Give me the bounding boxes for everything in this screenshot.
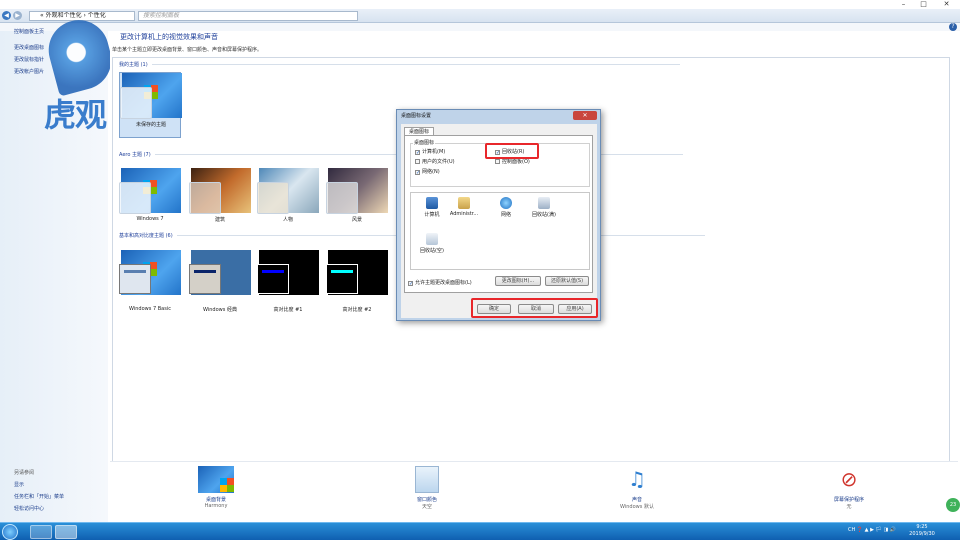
bottom-title: 声音: [631, 497, 642, 503]
see-also-title: 另请参阅: [14, 470, 35, 476]
command-bar: [0, 23, 960, 31]
glass-swatch: [326, 182, 358, 214]
theme-label: 建筑: [214, 217, 225, 223]
dialog-title: 桌面图标设置: [401, 113, 432, 119]
checkbox-control-panel[interactable]: 控制面板(O): [495, 159, 530, 166]
group-label: 桌面图标: [413, 139, 436, 146]
notification-badge[interactable]: 23: [946, 498, 960, 512]
bottom-value: 无: [846, 504, 852, 510]
theme-high-contrast-1[interactable]: 高对比度 #1: [257, 250, 319, 313]
search-input[interactable]: 搜索控制面板: [138, 11, 358, 21]
section-my-themes: 我的主题 (1): [119, 61, 680, 68]
page-title: 更改计算机上的视觉效果和声音: [120, 33, 218, 41]
clock-time: 9:25: [916, 524, 928, 530]
theme-label: 高对比度 #1: [273, 307, 303, 313]
bottom-title: 桌面背景: [205, 497, 226, 503]
theme-windows-classic[interactable]: Windows 经典: [189, 250, 251, 313]
minimize-button[interactable]: –: [898, 0, 909, 9]
personalization-bar: 桌面背景 Harmony 窗口颜色 天空 ♫ 声音 Windows 默认 ⊘ 屏…: [110, 461, 958, 522]
theme-landscapes[interactable]: 风景: [326, 168, 388, 230]
theme-unsaved[interactable]: 未保存的主题: [119, 72, 182, 138]
window-titlebar: – □ ✕: [0, 0, 960, 9]
bottom-title: 窗口颜色: [416, 497, 437, 503]
start-button-icon[interactable]: [2, 524, 18, 540]
recycle-bin-full-icon[interactable]: 回收站(满): [529, 197, 559, 227]
checkbox-computer[interactable]: ✓ 计算机(M): [415, 149, 445, 156]
clock-date: 2019/9/30: [909, 531, 935, 537]
swatch-bar: [331, 270, 353, 273]
icon-list[interactable]: 计算机 Administr... 网络 回收站(满) 回收站(空): [410, 192, 590, 270]
theme-architecture[interactable]: 建筑: [189, 168, 251, 230]
window-swatch: [326, 264, 358, 294]
back-icon[interactable]: ◀: [2, 11, 11, 20]
theme-windows7[interactable]: Windows 7: [119, 168, 181, 230]
theme-label: Windows 经典: [203, 307, 237, 313]
user-folder-icon[interactable]: Administr...: [449, 197, 479, 227]
see-also-display[interactable]: 显示: [14, 481, 64, 488]
page-subtitle: 单击某个主题立即更改桌面背景、窗口颜色、声音和屏幕保护程序。: [112, 47, 263, 53]
change-icon-button[interactable]: 更改图标(H)...: [495, 276, 541, 286]
glass-swatch: [119, 182, 151, 214]
bottom-value: Harmony: [204, 503, 228, 509]
recycle-bin-empty-icon[interactable]: 回收站(空): [417, 233, 447, 263]
checkbox-allow-themes[interactable]: ✓ 允许主题更改桌面图标(L): [408, 280, 472, 287]
dialog-close-button[interactable]: ✕: [573, 111, 597, 120]
theme-label: 高对比度 #2: [342, 307, 372, 313]
highlight-dialog-buttons: [471, 298, 598, 318]
window-color-icon: [415, 466, 439, 493]
screen-saver-icon: ⊘: [840, 467, 858, 491]
theme-windows7-basic[interactable]: Windows 7 Basic: [119, 250, 181, 312]
taskbar-clock[interactable]: 9:25 2019/9/30: [902, 524, 942, 538]
see-also-ease-of-access[interactable]: 轻松访问中心: [14, 505, 64, 512]
maximize-button[interactable]: □: [918, 0, 929, 9]
taskbar: CH ❓ ▲ ▶ 🏳 ◨ 🔊 9:25 2019/9/30: [0, 522, 960, 540]
sounds-link[interactable]: ♫ 声音 Windows 默认: [597, 466, 677, 510]
forward-icon[interactable]: ▶: [13, 11, 22, 20]
close-button[interactable]: ✕: [941, 0, 952, 9]
bottom-title: 屏幕保护程序: [833, 497, 864, 503]
window-swatch: [119, 264, 151, 294]
taskbar-control-panel-icon[interactable]: [55, 525, 77, 539]
system-tray-icons[interactable]: CH ❓ ▲ ▶ 🏳 ◨ 🔊: [848, 527, 896, 533]
desktop-icon-settings-dialog: 桌面图标设置 ✕ 桌面图标 桌面图标 ✓ 计算机(M) 用户的文件(U) ✓ 网络(…: [396, 109, 601, 321]
computer-icon[interactable]: 计算机: [417, 197, 447, 227]
theme-label: 未保存的主题: [135, 122, 166, 128]
swatch-bar: [194, 270, 216, 273]
bottom-value: Windows 默认: [620, 504, 654, 510]
theme-high-contrast-2[interactable]: 高对比度 #2: [326, 250, 388, 313]
glass-swatch: [257, 182, 289, 214]
taskbar-explorer-icon[interactable]: [30, 525, 52, 539]
window-color-link[interactable]: 窗口颜色 天空: [387, 466, 467, 510]
glass-swatch: [120, 87, 152, 119]
checkbox-network[interactable]: ✓ 网络(N): [415, 169, 440, 176]
swatch-bar: [262, 270, 284, 273]
help-icon[interactable]: ?: [949, 23, 957, 31]
logo-mark-icon: [41, 13, 119, 97]
theme-label: 人物: [282, 217, 293, 223]
desktop-background-link[interactable]: 桌面背景 Harmony: [176, 466, 256, 509]
desktop-background-icon: [198, 466, 234, 493]
sounds-icon: ♫: [628, 467, 646, 491]
window-swatch: [257, 264, 289, 294]
bottom-value: 天空: [421, 504, 432, 510]
theme-characters[interactable]: 人物: [257, 168, 319, 230]
see-also-taskbar[interactable]: 任务栏和「开始」菜单: [14, 493, 64, 500]
address-bar: ◀ ▶ « 外观和个性化 › 个性化 搜索控制面板: [0, 9, 960, 23]
screen-saver-link[interactable]: ⊘ 屏幕保护程序 无: [809, 466, 889, 510]
watermark-text: 虎观: [44, 96, 107, 134]
theme-label: Windows 7: [136, 216, 164, 222]
restore-default-button[interactable]: 还原默认值(S): [545, 276, 589, 286]
glass-swatch: [189, 182, 221, 214]
highlight-recycle-bin: [485, 143, 539, 159]
network-icon[interactable]: 网络: [491, 197, 521, 227]
checkbox-user-files[interactable]: 用户的文件(U): [415, 159, 455, 166]
window-swatch: [189, 264, 221, 294]
theme-label: 风景: [351, 217, 362, 223]
theme-label: Windows 7 Basic: [129, 306, 171, 312]
swatch-bar: [124, 270, 146, 273]
